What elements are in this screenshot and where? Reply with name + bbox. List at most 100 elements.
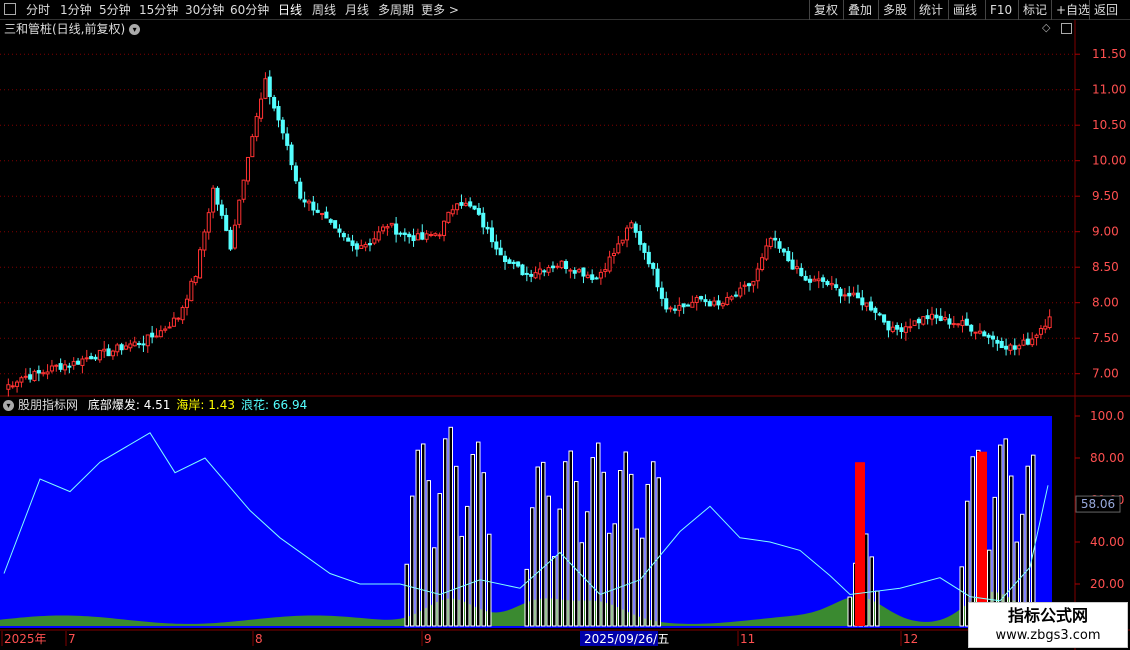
candle-down: [76, 360, 81, 365]
candle-down: [799, 267, 804, 277]
signal-bar: [977, 451, 987, 626]
burst-bar: [454, 465, 459, 627]
candle-down: [328, 219, 333, 223]
candle-up: [359, 245, 364, 249]
burst-bar: [465, 505, 470, 627]
candle-up: [389, 222, 394, 226]
candle-up: [1043, 325, 1048, 330]
burst-bar: [530, 507, 535, 627]
burst-bar: [487, 533, 492, 627]
candle-up: [668, 307, 673, 310]
candle-down: [341, 233, 346, 238]
candle-up: [1017, 345, 1022, 350]
burst-bar: [437, 493, 442, 627]
candle-up: [607, 256, 612, 272]
burst-bar: [1003, 438, 1008, 627]
candle-down: [350, 240, 355, 246]
candle-down: [572, 270, 577, 274]
price-tick-label: 10.00: [1092, 154, 1126, 168]
candle-down: [89, 356, 94, 360]
indicator-tick-label: 100.0: [1090, 409, 1124, 423]
burst-bar: [563, 461, 568, 627]
candle-up: [455, 203, 460, 211]
date-label: 2025年: [4, 632, 47, 646]
candle-down: [337, 228, 342, 233]
candle-down: [481, 212, 486, 228]
price-tick-label: 9.00: [1092, 225, 1119, 239]
candle-down: [821, 277, 826, 282]
candle-up: [546, 267, 551, 273]
candle-up: [943, 317, 948, 321]
candle-up: [62, 364, 68, 371]
candle-up: [559, 260, 564, 269]
candle-up: [620, 239, 625, 244]
candle-down: [659, 287, 664, 299]
candle-down: [633, 223, 638, 233]
candle-down: [346, 237, 351, 242]
candle-up: [32, 370, 37, 382]
candle-down: [394, 223, 399, 235]
candle-up: [45, 371, 50, 375]
candle-down: [834, 284, 839, 288]
burst-bar: [612, 523, 617, 627]
burst-bar: [426, 480, 431, 627]
candle-up: [977, 330, 982, 334]
candle-up: [751, 280, 756, 286]
burst-bar: [568, 450, 573, 627]
candle-down: [707, 301, 712, 307]
current-value-label: 58.06: [1081, 497, 1115, 511]
candle-down: [411, 235, 416, 242]
candle-up: [110, 350, 115, 357]
candle-up: [259, 98, 264, 119]
candle-up: [428, 234, 433, 237]
price-tick-label: 8.50: [1092, 260, 1119, 274]
candle-up: [163, 328, 168, 331]
burst-bar: [476, 441, 481, 627]
candle-down: [485, 226, 490, 230]
price-tick-label: 7.00: [1092, 367, 1119, 381]
candle-up: [193, 276, 198, 284]
candle-up: [912, 320, 917, 326]
price-tick-label: 9.50: [1092, 189, 1119, 203]
candle-down: [524, 272, 529, 275]
burst-bar: [1031, 454, 1036, 627]
burst-bar: [432, 547, 437, 627]
candle-down: [289, 144, 294, 166]
burst-bar: [601, 471, 606, 627]
candle-up: [812, 278, 817, 282]
price-tick-label: 8.00: [1092, 296, 1119, 310]
candle-down: [877, 313, 882, 316]
price-tick-label: 7.50: [1092, 331, 1119, 345]
burst-bar: [557, 508, 562, 627]
candle-up: [80, 358, 85, 366]
candle-down: [459, 202, 464, 206]
candle-up: [23, 375, 28, 378]
candle-down: [141, 343, 146, 346]
burst-bar: [541, 461, 546, 627]
candle-down: [855, 292, 860, 299]
burst-bar: [623, 451, 628, 627]
candle-down: [215, 187, 220, 205]
candle-up: [49, 365, 54, 372]
candle-up: [446, 211, 451, 223]
candle-up: [245, 156, 251, 182]
candle-up: [254, 116, 259, 138]
date-label: 7: [68, 632, 76, 646]
candle-up: [960, 320, 965, 327]
candle-down: [882, 314, 887, 323]
candle-up: [929, 313, 935, 320]
candle-up: [1038, 327, 1043, 335]
candle-down: [681, 303, 686, 308]
candle-up: [241, 179, 246, 200]
candle-up: [921, 316, 926, 325]
candle-down: [302, 199, 307, 203]
candle-up: [1008, 344, 1013, 351]
candle-down: [468, 201, 473, 207]
candle-up: [198, 249, 203, 279]
candle-up: [1030, 338, 1035, 346]
site-watermark: 指标公式网 www.zbgs3.com: [968, 602, 1128, 648]
burst-bar: [607, 532, 612, 627]
candle-down: [272, 96, 277, 109]
candle-up: [424, 233, 429, 240]
candle-up: [677, 304, 682, 311]
